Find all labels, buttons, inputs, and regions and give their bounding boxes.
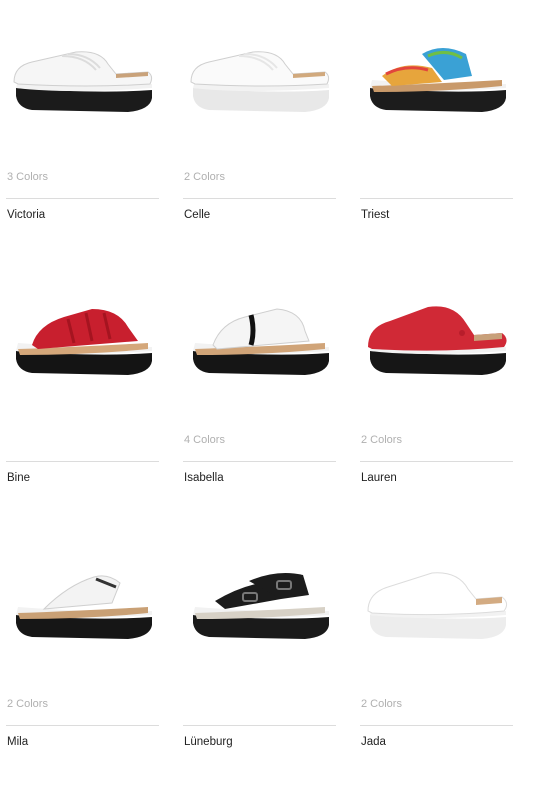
product-card[interactable]: 2 Colors Jada [360,536,513,786]
product-card[interactable]: 2 Colors Mila [6,536,159,786]
color-count: 2 Colors [361,434,402,446]
product-card[interactable]: 2 Colors Lauren [360,272,513,522]
product-card[interactable]: 4 Colors Isabella [183,272,336,522]
product-image[interactable] [360,9,513,139]
divider [183,198,336,199]
color-count: 2 Colors [361,698,402,710]
product-image[interactable] [183,272,336,402]
product-name[interactable]: Celle [184,209,210,221]
product-grid: 3 Colors Victoria 2 Colors Celle Triest … [0,0,533,767]
shoe-illustration [192,573,329,639]
shoe-illustration [15,309,152,375]
product-name[interactable]: Isabella [184,472,224,484]
shoe-illustration [367,306,507,375]
product-image[interactable] [183,536,336,666]
product-name[interactable]: Lüneburg [184,736,233,748]
product-name[interactable]: Bine [7,472,30,484]
product-name[interactable]: Triest [361,209,389,221]
divider [183,461,336,462]
color-count: 4 Colors [184,434,225,446]
shoe-illustration [15,575,152,639]
product-card[interactable]: 2 Colors Celle [183,9,336,259]
product-image[interactable] [183,9,336,139]
product-image[interactable] [360,272,513,402]
divider [6,198,159,199]
product-name[interactable]: Jada [361,736,386,748]
shoe-illustration [189,51,329,112]
divider [183,725,336,726]
shoe-illustration [192,308,329,375]
product-card[interactable]: 3 Colors Victoria [6,9,159,259]
product-name[interactable]: Victoria [7,209,45,221]
divider [360,198,513,199]
product-image[interactable] [6,9,159,139]
divider [6,461,159,462]
shoe-illustration [366,572,507,639]
color-count: 3 Colors [7,171,48,183]
divider [360,461,513,462]
product-image[interactable] [6,536,159,666]
divider [6,725,159,726]
product-card[interactable]: Lüneburg [183,536,336,786]
shoe-illustration [12,51,152,112]
product-card[interactable]: Triest [360,9,513,259]
shoe-illustration [369,48,506,112]
product-card[interactable]: Bine [6,272,159,522]
product-image[interactable] [6,272,159,402]
product-name[interactable]: Mila [7,736,28,748]
color-count: 2 Colors [184,171,225,183]
color-count: 2 Colors [7,698,48,710]
product-image[interactable] [360,536,513,666]
divider [360,725,513,726]
product-name[interactable]: Lauren [361,472,397,484]
